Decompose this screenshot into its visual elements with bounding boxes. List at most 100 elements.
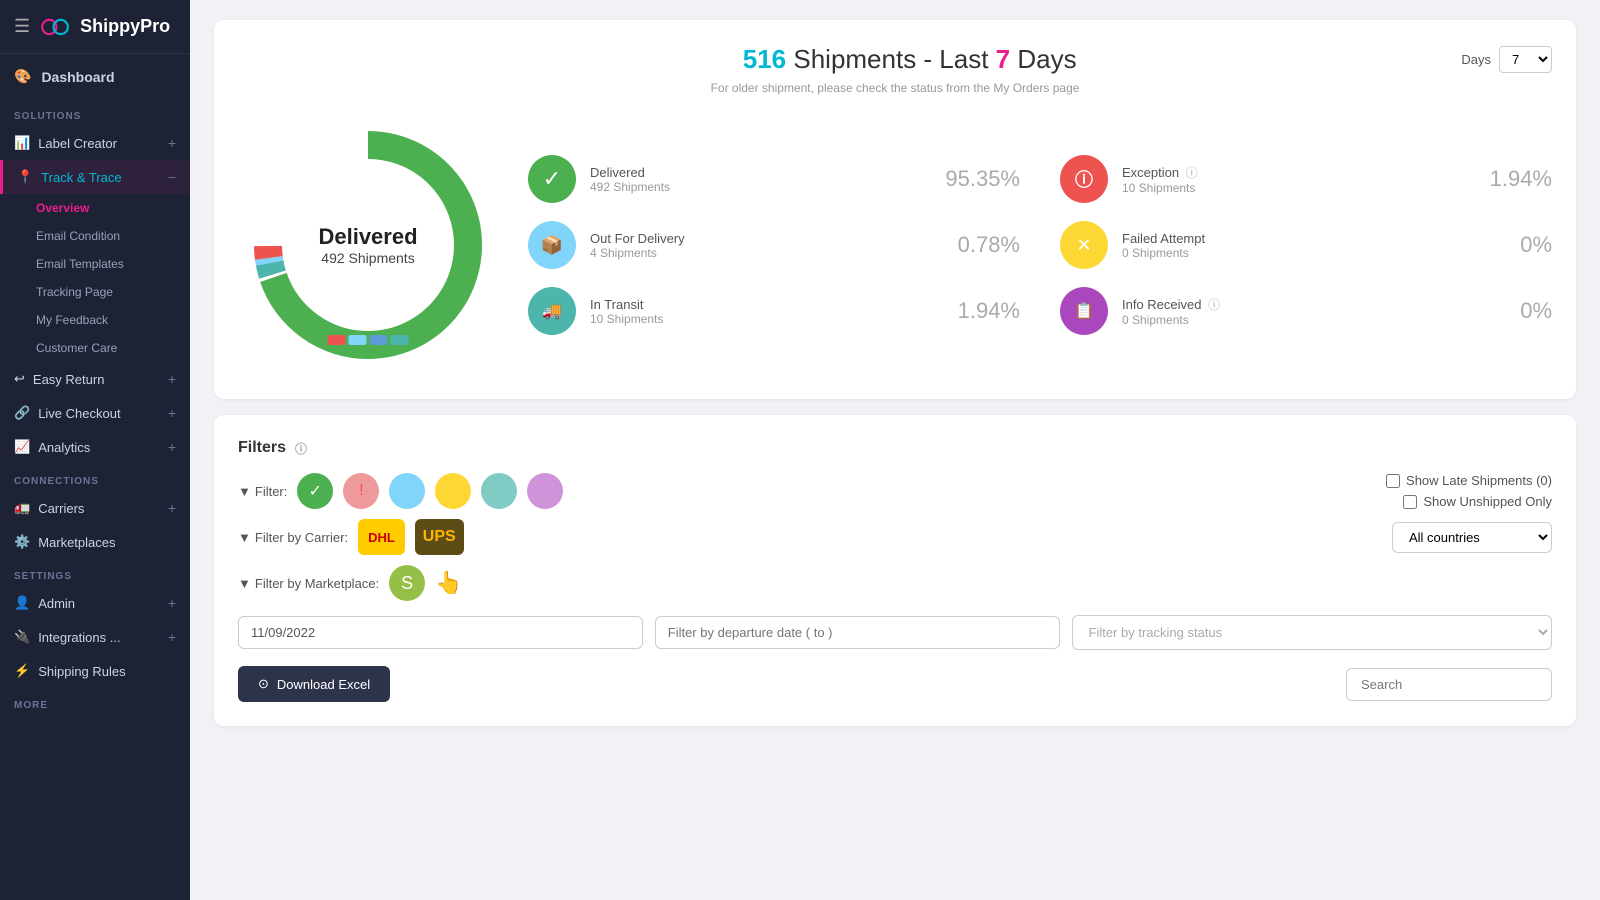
show-late-label: Show Late Shipments (0) — [1406, 473, 1552, 488]
donut-bar-strip — [328, 335, 409, 345]
sidebar-subitem-customer-care[interactable]: Customer Care — [36, 334, 190, 362]
stat-info-received: 📋 Info Received ⓘ 0 Shipments 0% — [1060, 287, 1552, 335]
stat-out-for-delivery: 📦 Out For Delivery 4 Shipments 0.78% — [528, 221, 1020, 269]
show-late-checkbox[interactable] — [1386, 474, 1400, 488]
minus-icon: − — [168, 169, 176, 185]
donut-label: Delivered — [318, 224, 417, 250]
carrier-filter-row: ▼ Filter by Carrier: DHL UPS All countri… — [238, 519, 1552, 555]
sidebar-item-track-trace[interactable]: 📍 Track & Trace − — [0, 160, 190, 194]
country-select[interactable]: All countries — [1392, 522, 1552, 553]
bar-teal — [391, 335, 409, 345]
section-connections: CONNECTIONS — [0, 464, 190, 491]
stat-delivered: ✓ Delivered 492 Shipments 95.35% — [528, 155, 1020, 203]
section-settings: SETTINGS — [0, 559, 190, 586]
donut-sub: 492 Shipments — [318, 250, 417, 266]
stat-icon-info-received: 📋 — [1060, 287, 1108, 335]
bar-blue — [349, 335, 367, 345]
shipments-header: 516 Shipments - Last 7 Days Days 7 14 30 — [238, 44, 1552, 75]
stat-info-exception: Exception ⓘ 10 Shipments — [1122, 164, 1468, 195]
admin-icon: 👤 — [14, 595, 30, 611]
download-label: Download Excel — [277, 677, 370, 692]
stat-icon-out-for-delivery: 📦 — [528, 221, 576, 269]
sidebar-subitem-email-condition[interactable]: Email Condition — [36, 222, 190, 250]
sidebar-item-label-creator[interactable]: 📊 Label Creator + — [0, 126, 190, 160]
stat-failed-attempt: ✕ Failed Attempt 0 Shipments 0% — [1060, 221, 1552, 269]
download-excel-button[interactable]: ⊙ Download Excel — [238, 666, 390, 702]
plus-icon-5: + — [168, 500, 176, 516]
filter-circle-teal[interactable] — [481, 473, 517, 509]
track-trace-icon: 📍 — [17, 169, 33, 185]
filter-circle-red[interactable]: ! — [343, 473, 379, 509]
analytics-icon: 📈 — [14, 439, 30, 455]
plus-icon-2: + — [168, 371, 176, 387]
marketplaces-icon: ⚙️ — [14, 534, 30, 550]
page-title: 516 Shipments - Last 7 Days — [358, 44, 1461, 75]
days-select[interactable]: 7 14 30 — [1499, 46, 1552, 73]
sidebar-header: ☰ ShippyPro — [0, 0, 190, 54]
sidebar-item-integrations[interactable]: 🔌 Integrations ... + — [0, 620, 190, 654]
days-select-label: Days — [1461, 52, 1491, 67]
track-trace-label: Track & Trace — [41, 170, 121, 185]
filter-circle-green[interactable]: ✓ — [297, 473, 333, 509]
days-number: 7 — [996, 44, 1010, 74]
search-input[interactable] — [1346, 668, 1552, 701]
main-content: 516 Shipments - Last 7 Days Days 7 14 30… — [190, 0, 1600, 900]
sidebar-item-carriers[interactable]: 🚛 Carriers + — [0, 491, 190, 525]
stat-label-in-transit: In Transit — [590, 297, 936, 312]
sidebar-subitem-overview[interactable]: Overview — [36, 194, 190, 222]
tracking-status-select[interactable]: Filter by tracking status — [1072, 615, 1553, 650]
stat-percent-in-transit: 1.94% — [950, 298, 1020, 324]
stat-info-out-delivery: Out For Delivery 4 Shipments — [590, 231, 936, 260]
stats-grid: ✓ Delivered 492 Shipments 95.35% ⓘ Excep… — [528, 155, 1552, 335]
plus-icon: + — [168, 135, 176, 151]
carrier-dhl-badge[interactable]: DHL — [358, 519, 405, 555]
carrier-ups-badge[interactable]: UPS — [415, 519, 464, 555]
sidebar-subitem-my-feedback[interactable]: My Feedback — [36, 306, 190, 334]
sidebar-item-live-checkout[interactable]: 🔗 Live Checkout + — [0, 396, 190, 430]
exception-info-icon: ⓘ — [1186, 166, 1198, 180]
show-late-row: Show Late Shipments (0) — [1386, 473, 1552, 488]
stat-icon-exception: ⓘ — [1060, 155, 1108, 203]
stat-count-failed: 0 Shipments — [1122, 246, 1468, 260]
sidebar-item-marketplaces[interactable]: ⚙️ Marketplaces — [0, 525, 190, 559]
stat-percent-out-delivery: 0.78% — [950, 232, 1020, 258]
shipping-rules-label: Shipping Rules — [38, 664, 125, 679]
stat-label-out-delivery: Out For Delivery — [590, 231, 936, 246]
show-unshipped-checkbox[interactable] — [1403, 495, 1417, 509]
hamburger-icon[interactable]: ☰ — [14, 16, 30, 37]
stat-label-failed: Failed Attempt — [1122, 231, 1468, 246]
filter-circle-yellow[interactable] — [435, 473, 471, 509]
stat-exception: ⓘ Exception ⓘ 10 Shipments 1.94% — [1060, 155, 1552, 203]
label-creator-label: Label Creator — [38, 136, 117, 151]
logo-text: ShippyPro — [80, 16, 170, 37]
donut-center: Delivered 492 Shipments — [318, 224, 417, 266]
sidebar-subitem-tracking-page[interactable]: Tracking Page — [36, 278, 190, 306]
carriers-label: Carriers — [38, 501, 84, 516]
sidebar-item-dashboard[interactable]: 🎨 Dashboard — [0, 54, 190, 99]
bar-red — [328, 335, 346, 345]
date-from-input[interactable]: 11/09/2022 — [238, 616, 643, 649]
sidebar-item-analytics[interactable]: 📈 Analytics + — [0, 430, 190, 464]
track-trace-submenu: Overview Email Condition Email Templates… — [0, 194, 190, 362]
integrations-icon: 🔌 — [14, 629, 30, 645]
date-to-input[interactable] — [655, 616, 1060, 649]
stat-count-out-delivery: 4 Shipments — [590, 246, 936, 260]
sidebar-subitem-email-templates[interactable]: Email Templates — [36, 250, 190, 278]
easy-return-icon: ↩ — [14, 371, 25, 387]
sidebar-item-easy-return[interactable]: ↩ Easy Return + — [0, 362, 190, 396]
marketplace-cursor-icon: 👆 — [435, 570, 462, 596]
stat-percent-delivered: 95.35% — [945, 166, 1020, 192]
donut-chart: Delivered 492 Shipments — [238, 115, 498, 375]
days-word: Days — [1017, 44, 1076, 74]
sidebar-item-shipping-rules[interactable]: ⚡ Shipping Rules — [0, 654, 190, 688]
integrations-label: Integrations ... — [38, 630, 120, 645]
stat-count-delivered: 492 Shipments — [590, 180, 931, 194]
stat-info-delivered: Delivered 492 Shipments — [590, 165, 931, 194]
stats-row: Delivered 492 Shipments ✓ Delivered — [238, 115, 1552, 375]
marketplace-shopify-badge[interactable]: S — [389, 565, 425, 601]
sidebar-item-admin[interactable]: 👤 Admin + — [0, 586, 190, 620]
show-unshipped-label: Show Unshipped Only — [1423, 494, 1552, 509]
stat-percent-exception: 1.94% — [1482, 166, 1552, 192]
filter-circle-purple[interactable] — [527, 473, 563, 509]
filter-circle-blue[interactable] — [389, 473, 425, 509]
